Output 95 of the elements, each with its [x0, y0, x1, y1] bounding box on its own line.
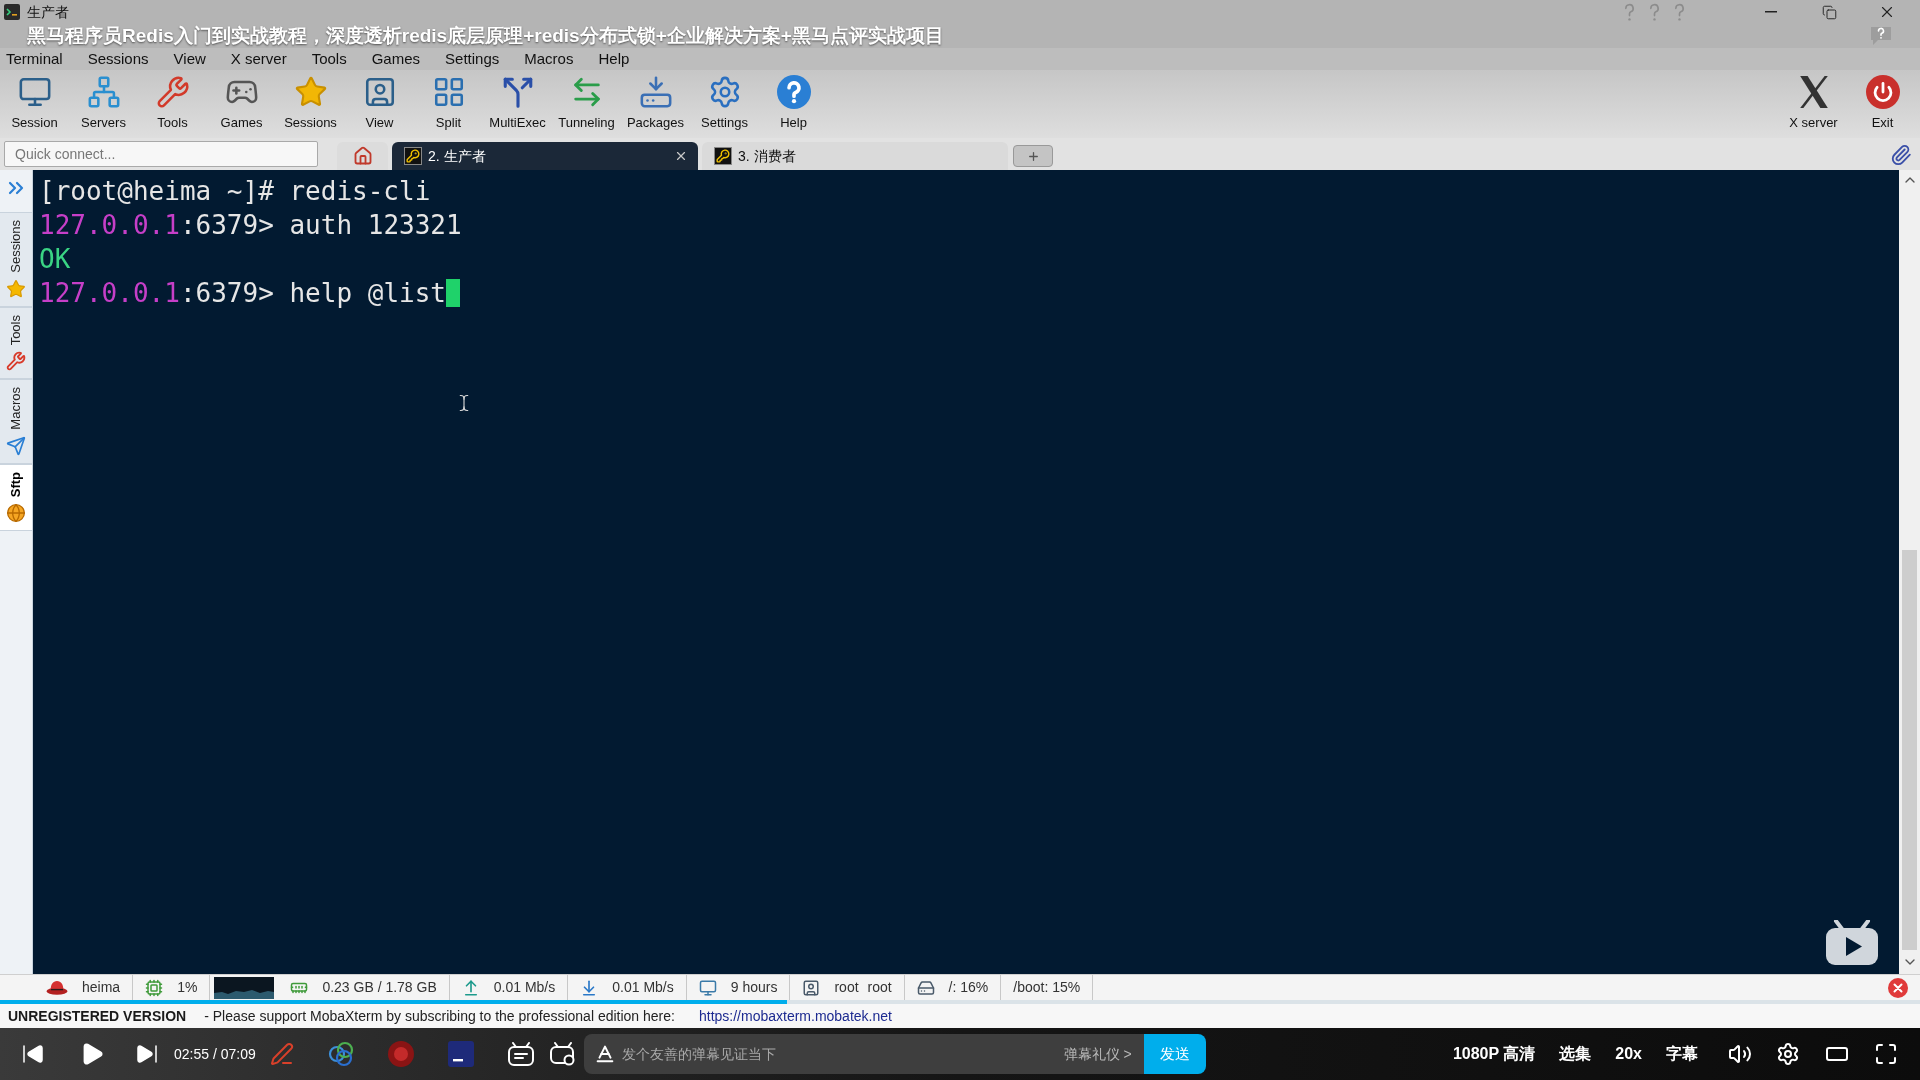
user-names: root root: [834, 978, 892, 997]
close-button[interactable]: [1886, 975, 1910, 1000]
sidebar-tab[interactable]: Macros: [0, 379, 32, 464]
episodes-button[interactable]: 选集: [1559, 1042, 1592, 1066]
upload-speed: 0.01 Mb/s: [493, 978, 556, 997]
toolbar-button[interactable]: Servers: [69, 72, 138, 136]
etiquette-link[interactable]: 弹幕礼仪 >: [1063, 1043, 1132, 1065]
toolbar-button[interactable]: Tools: [138, 72, 207, 136]
menu-item[interactable]: Games: [371, 49, 421, 69]
home-tab[interactable]: [337, 142, 388, 170]
close-icon[interactable]: [674, 149, 688, 163]
chip-icon: [145, 978, 164, 997]
volume-icon[interactable]: [1728, 1042, 1752, 1066]
square-app-icon[interactable]: [447, 1041, 474, 1067]
quality-button[interactable]: 1080P 高清: [1452, 1042, 1536, 1066]
paperclip-icon[interactable]: [1890, 144, 1912, 166]
toolbar-button[interactable]: X server: [1779, 72, 1848, 136]
disk-usage: /: 16%: [948, 978, 989, 997]
settings-icon[interactable]: [1776, 1042, 1800, 1066]
key-icon: [404, 147, 422, 165]
tv-gear-icon[interactable]: [549, 1042, 576, 1066]
wrench-icon: [6, 351, 26, 372]
menu-item[interactable]: Terminal: [6, 49, 63, 69]
network-graph: [214, 976, 275, 999]
notice-label: UNREGISTERED VERSION: [8, 1006, 187, 1026]
session-tab[interactable]: 2. 生产者: [392, 142, 698, 170]
terminal-line: OK: [39, 243, 71, 276]
session-tab[interactable]: 3. 消费者: [702, 142, 1008, 170]
toolbar-button[interactable]: Games: [207, 72, 276, 136]
download-drive-icon: [638, 75, 673, 110]
rings-icon[interactable]: [327, 1041, 354, 1067]
monitor-icon: [698, 978, 717, 997]
menu-item[interactable]: Help: [598, 49, 630, 69]
toolbar-button[interactable]: Tunneling: [552, 72, 621, 136]
toolbar-button[interactable]: Packages: [621, 72, 690, 136]
toolbar-button[interactable]: Session: [0, 72, 69, 136]
boot-usage: /boot: 15%: [1013, 978, 1081, 997]
terminal-line: [root@heima ~]# redis-cli: [39, 175, 431, 208]
sidebar-tab[interactable]: Sftp: [0, 463, 32, 531]
window-title: 生产者: [27, 2, 69, 22]
skip-forward-icon: [135, 1042, 159, 1066]
subtitles-button[interactable]: 字幕: [1666, 1042, 1698, 1066]
cpu-usage: 1%: [177, 978, 198, 997]
minimize-icon: [1765, 11, 1777, 13]
network-icon: [86, 75, 121, 110]
notice-message: - Please support MobaXterm by subscribing to the professional edition here:: [204, 1006, 675, 1026]
paper-plane-icon: [6, 435, 26, 456]
menu-item[interactable]: View: [173, 49, 206, 69]
uptime: 9 hours: [730, 978, 778, 997]
toolbar-button[interactable]: Settings: [690, 72, 759, 136]
round-app-icon[interactable]: [387, 1041, 414, 1067]
tv-chat-icon[interactable]: [507, 1042, 534, 1066]
video-title: 黑马程序员Redis入门到实战教程，深度透析redis底层原理+redis分布式锁+企业解决方案+黑马点评实战项目: [27, 23, 944, 48]
mobatek-link[interactable]: https://mobaxterm.mobatek.net: [698, 1005, 892, 1027]
plus-icon: [1026, 149, 1040, 163]
pen-icon[interactable]: [269, 1042, 294, 1066]
toolbar-button[interactable]: Split: [414, 72, 483, 136]
toolbar-button[interactable]: Exit: [1848, 72, 1917, 136]
video-time: 02:55 / 07:09: [174, 1044, 256, 1064]
menu-item[interactable]: Sessions: [87, 49, 149, 69]
menu-item[interactable]: X server: [230, 49, 287, 69]
fullscreen-icon[interactable]: [1874, 1042, 1898, 1066]
help-icon: [776, 75, 811, 110]
star-icon: [6, 278, 26, 299]
terminal-line: 127.0.0.1:6379> auth 123321: [39, 209, 462, 242]
sidebar-tab[interactable]: Sessions: [0, 212, 32, 307]
toolbar-button[interactable]: View: [345, 72, 414, 136]
memory-usage: 0.23 GB / 1.78 GB: [322, 978, 437, 997]
menu-item[interactable]: Settings: [445, 49, 500, 69]
scrollbar-thumb[interactable]: [1902, 550, 1917, 950]
toolbar-button[interactable]: MultiExec: [483, 72, 552, 136]
menu-item[interactable]: Macros: [524, 49, 574, 69]
key-icon: [714, 147, 732, 165]
danmaku-input[interactable]: 发个友善的弹幕见证当下 弹幕礼仪 >: [583, 1034, 1144, 1074]
terminal-line: 127.0.0.1:6379> help @list: [39, 277, 446, 310]
wrench-icon: [155, 75, 190, 110]
quick-connect-field[interactable]: Quick connect...: [4, 141, 318, 167]
globe-icon: [6, 503, 26, 523]
skip-back-icon: [21, 1042, 45, 1066]
menu-item[interactable]: Tools: [311, 49, 347, 69]
restore-icon: [1821, 4, 1837, 20]
user-icon: [802, 978, 821, 997]
help-bubble-icon[interactable]: [1870, 26, 1892, 46]
hat-icon: [46, 980, 68, 995]
host-name: heima: [82, 978, 121, 997]
sidebar-tab[interactable]: Tools: [0, 306, 32, 380]
speed-button[interactable]: 20x: [1615, 1042, 1642, 1066]
home-icon: [352, 146, 373, 166]
video-progress-track[interactable]: [0, 1000, 1920, 1004]
toolbar-button[interactable]: Help: [759, 72, 828, 136]
tv-play-icon[interactable]: [1825, 920, 1879, 966]
toolbar-button[interactable]: Sessions: [276, 72, 345, 136]
terminal-icon: [4, 4, 20, 20]
power-icon: [1865, 75, 1900, 110]
download-speed: 0.01 Mb/s: [612, 978, 674, 997]
